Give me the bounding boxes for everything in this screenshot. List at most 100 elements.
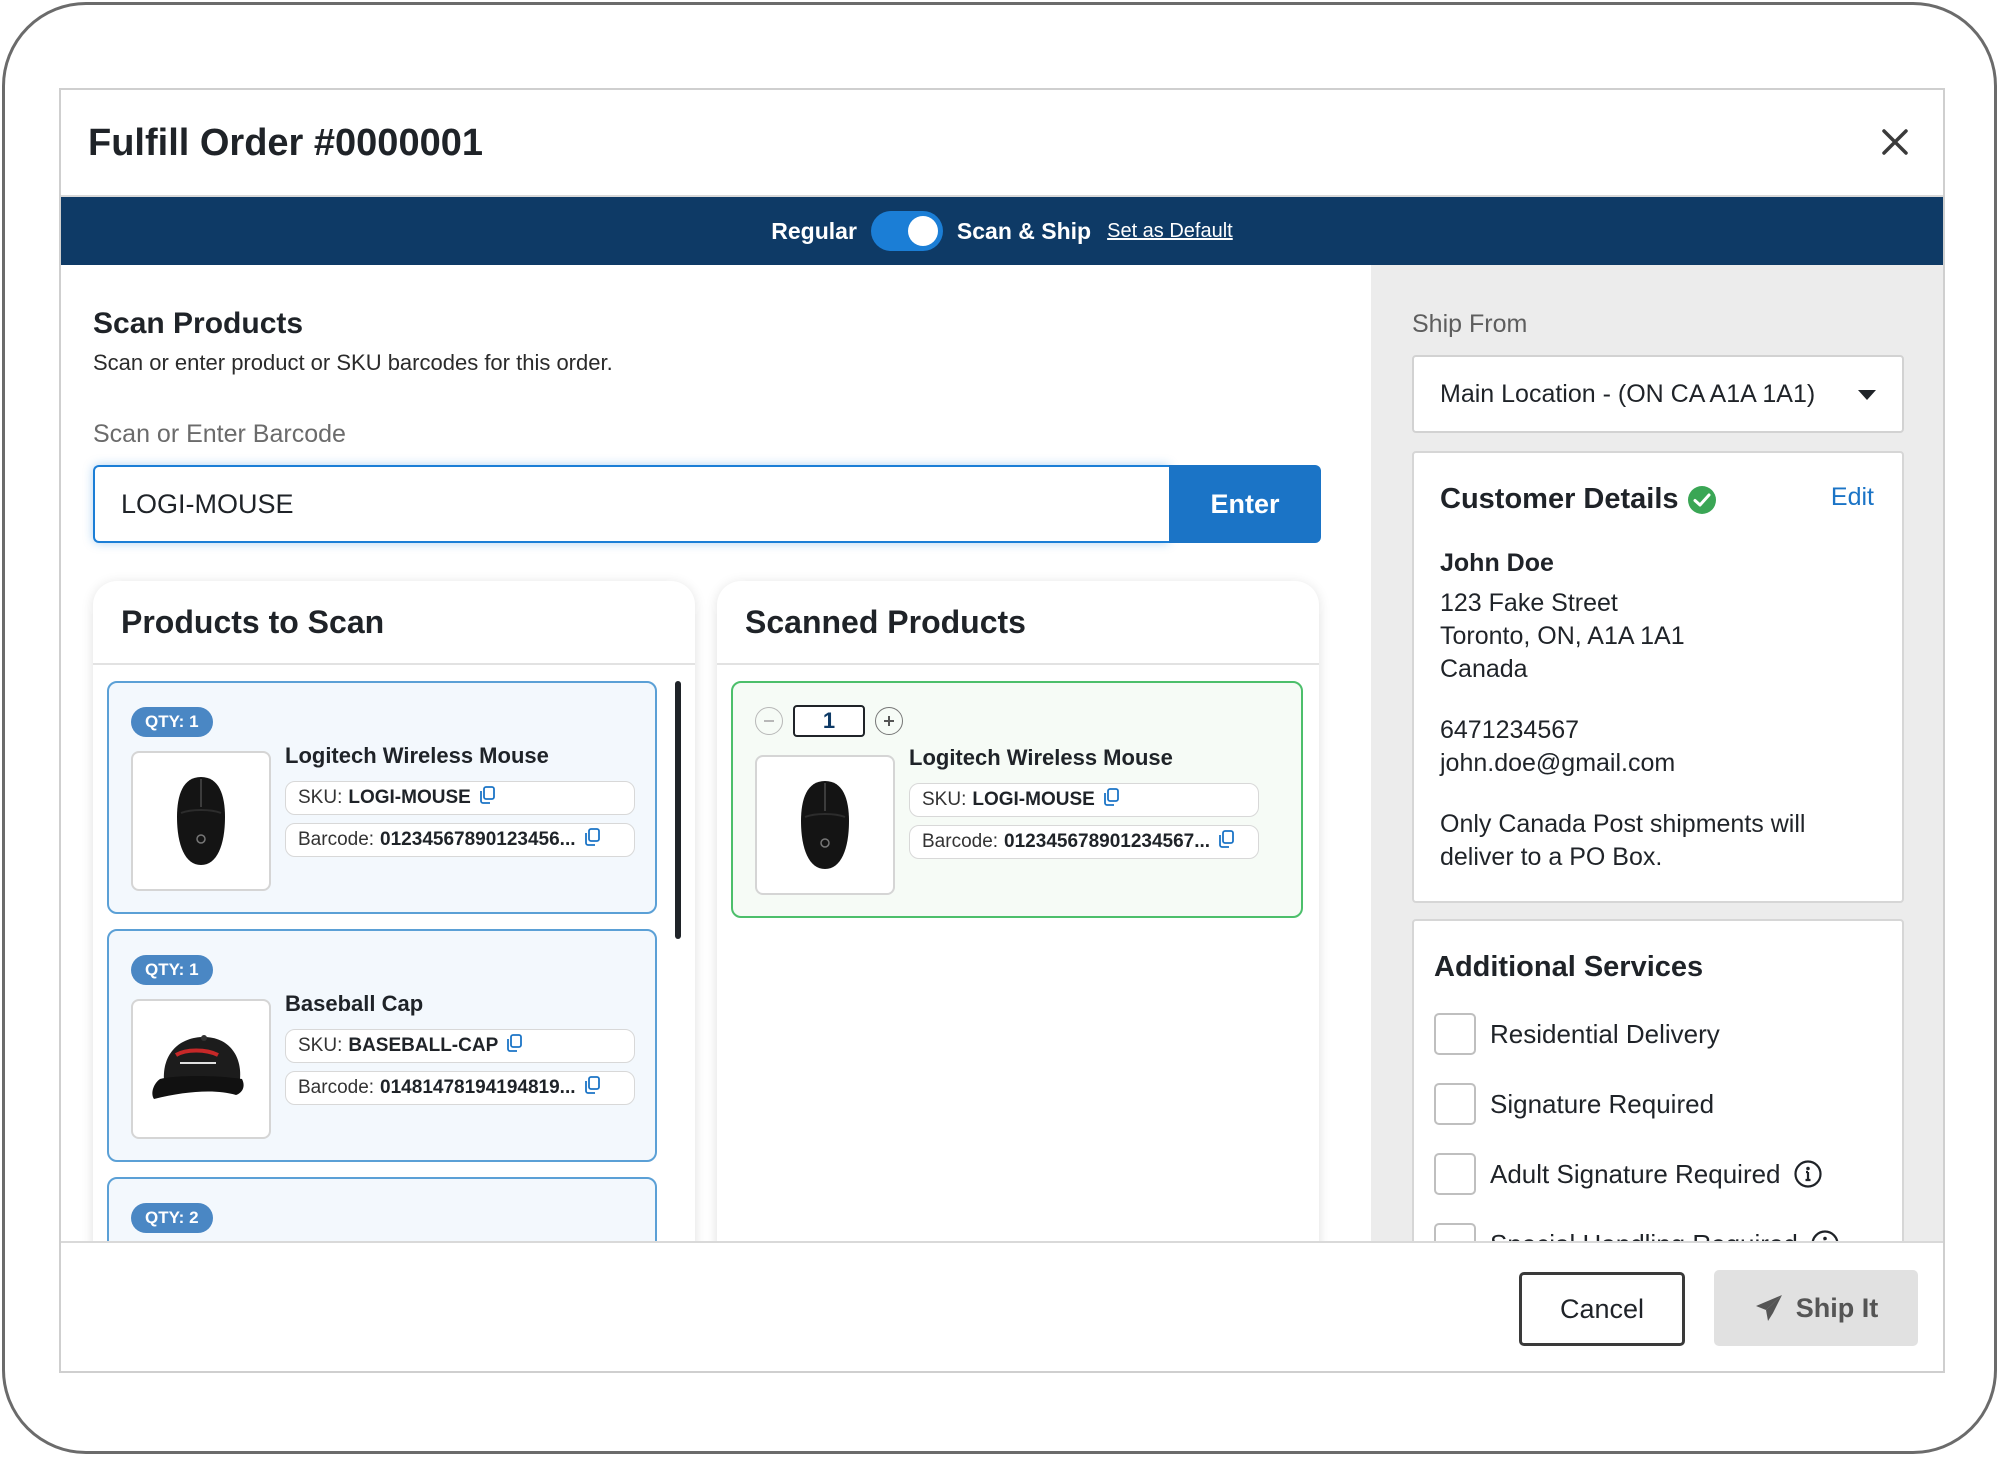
additional-services-title: Additional Services [1434,951,1704,983]
sku-label: SKU: [922,789,967,810]
residential-checkbox[interactable] [1434,1013,1476,1055]
barcode-row: Enter [93,465,1321,543]
fulfill-order-modal: Fulfill Order #0000001 Regular Scan & Sh… [59,88,1945,1373]
minus-icon [764,720,774,722]
copy-icon[interactable] [584,1076,600,1100]
product-card[interactable]: QTY: 1 Baseball Cap SKU: BASEBALL-CAP Ba… [107,929,657,1162]
copy-icon[interactable] [584,828,600,852]
copy-icon[interactable] [1103,788,1119,812]
ship-from-label: Ship From [1412,310,1528,338]
chevron-down-icon [1858,390,1876,400]
verified-check-icon [1687,485,1716,514]
mouse-icon [177,777,225,865]
product-name: Logitech Wireless Mouse [909,745,1173,770]
cap-icon [152,1035,244,1099]
barcode-label: Barcode: [298,1077,375,1098]
scanned-product-card[interactable]: Logitech Wireless Mouse SKU:LOGI-MOUSE B… [731,681,1303,918]
po-box-note-line2: deliver to a PO Box. [1440,843,1663,871]
info-icon[interactable] [1793,1159,1823,1189]
ship-it-button[interactable]: Ship It [1714,1270,1918,1346]
mode-toggle[interactable] [870,211,943,251]
product-card[interactable]: QTY: 1 Logitech Wireless Mouse SKU: LOGI-… [107,681,657,914]
service-option-signature[interactable]: Signature Required [1434,1083,1714,1125]
customer-email: john.doe@gmail.com [1440,749,1676,777]
sku-chip: SKU: LOGI-MOUSE [909,783,1259,817]
signature-checkbox[interactable] [1434,1083,1476,1125]
mouse-icon [801,781,849,869]
customer-city: Toronto, ON, A1A 1A1 [1440,622,1685,650]
quantity-stepper [755,705,903,737]
ship-from-select[interactable]: Main Location - (ON CA A1A 1A1) [1412,355,1904,433]
service-label: Residential Delivery [1490,1018,1720,1049]
scanned-products-title: Scanned Products [717,581,1319,665]
close-icon [1882,129,1908,155]
close-button[interactable] [1875,122,1915,162]
scan-ship-mode-label: Scan & Ship [956,217,1092,244]
modal-title: Fulfill Order #0000001 [88,122,483,164]
regular-mode-label: Regular [771,217,857,244]
additional-services-card: Additional Services Residential Delivery… [1412,919,1904,1241]
toggle-knob [907,216,938,246]
customer-details-title: Customer Details [1440,483,1717,516]
mode-bar: Regular Scan & Ship Set as Default [61,197,1943,265]
scanned-products-panel: Scanned Products 1 Logitech Wireless Mou… [717,581,1319,1241]
product-thumbnail [131,999,271,1139]
barcode-value: 012345678901234567... [1004,831,1211,852]
product-name: Logitech Wireless Mouse [285,743,549,768]
sku-value: LOGI-MOUSE [348,787,471,808]
customer-street: 123 Fake Street [1440,589,1618,617]
set-as-default-link[interactable]: Set as Default [1107,220,1233,243]
modal-footer: Cancel Ship It [61,1241,1943,1371]
products-to-scan-panel: Products to Scan QTY: 1 Logitech Wireles… [93,581,695,1241]
barcode-value: 01481478194194819... [380,1077,576,1098]
info-icon[interactable] [1810,1229,1840,1241]
barcode-input[interactable] [93,465,1169,543]
sku-value: BASEBALL-CAP [348,1035,499,1056]
sku-chip: SKU: BASEBALL-CAP [285,1029,635,1063]
adult-signature-checkbox[interactable] [1434,1153,1476,1195]
po-box-note-line1: Only Canada Post shipments will [1440,810,1806,838]
enter-button[interactable]: Enter [1169,465,1321,543]
service-label: Signature Required [1490,1088,1715,1119]
quantity-input[interactable] [793,705,865,737]
ship-it-label: Ship It [1795,1292,1879,1323]
sku-value: LOGI-MOUSE [972,789,1095,810]
barcode-chip: Barcode: 01481478194194819... [285,1071,635,1105]
customer-details-card: Customer Details Edit John Doe 123 Fake … [1412,451,1904,903]
copy-icon[interactable] [479,786,495,810]
qty-badge: QTY: 1 [131,955,213,985]
product-card[interactable]: QTY: 2 [107,1177,657,1241]
customer-country: Canada [1440,655,1528,683]
ship-from-value: Main Location - (ON CA A1A 1A1) [1440,379,1816,408]
service-option-residential[interactable]: Residential Delivery [1434,1013,1720,1055]
scan-products-subtitle: Scan or enter product or SKU barcodes fo… [93,350,613,375]
send-icon [1755,1295,1782,1321]
barcode-chip: Barcode: 01234567890123456... [285,823,635,857]
sku-label: SKU: [298,1035,343,1056]
copy-icon[interactable] [506,1034,523,1058]
barcode-label: Barcode: [298,829,375,850]
product-thumbnail [755,755,895,895]
products-to-scan-title: Products to Scan [93,581,695,665]
special-handling-checkbox[interactable] [1434,1223,1476,1241]
sku-chip: SKU: LOGI-MOUSE [285,781,635,815]
products-scrollbar[interactable] [675,681,681,939]
copy-icon[interactable] [1218,830,1234,854]
edit-customer-link[interactable]: Edit [1831,483,1874,512]
service-option-special-handling[interactable]: Special Handling Required [1434,1223,1840,1241]
order-sidebar: Ship From Main Location - (ON CA A1A 1A1… [1371,265,1943,1241]
qty-badge: QTY: 1 [131,707,213,737]
decrease-qty-button[interactable] [755,707,783,735]
qty-badge: QTY: 2 [131,1203,213,1233]
increase-qty-button[interactable] [875,707,903,735]
cancel-button[interactable]: Cancel [1519,1272,1685,1346]
customer-name: John Doe [1440,549,1554,577]
customer-phone: 6471234567 [1440,716,1580,744]
service-option-adult-signature[interactable]: Adult Signature Required [1434,1153,1823,1195]
plus-icon [884,716,894,726]
sku-label: SKU: [298,787,343,808]
service-label: Adult Signature Required [1490,1158,1781,1189]
barcode-label: Barcode: [922,831,999,852]
barcode-value: 01234567890123456... [380,829,576,850]
barcode-field-label: Scan or Enter Barcode [93,420,346,448]
